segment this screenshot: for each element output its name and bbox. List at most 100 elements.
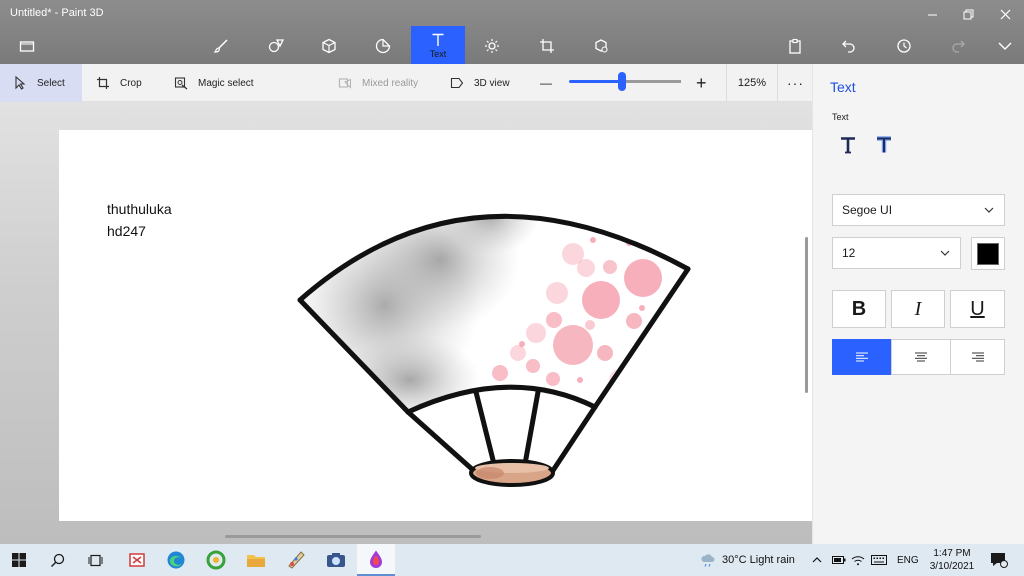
2d-shapes-button[interactable] [258, 28, 294, 64]
3d-view-button[interactable]: 3D view [450, 64, 510, 102]
text-tool-button[interactable]: Text [411, 26, 465, 64]
stickers-button[interactable] [365, 28, 401, 64]
align-left-button[interactable] [832, 339, 892, 375]
brushes-button[interactable] [203, 28, 239, 64]
effects-button[interactable] [474, 28, 510, 64]
panel-title: Text [830, 79, 856, 95]
canvas-button[interactable] [529, 28, 565, 64]
taskbar-app-snipping[interactable] [118, 544, 156, 576]
font-size-dropdown[interactable]: 12 [832, 237, 961, 269]
magic-select-button[interactable]: Magic select [174, 64, 254, 102]
zoom-in-button[interactable]: + [696, 64, 707, 102]
taskbar-app-camera[interactable] [317, 544, 355, 576]
2d-text-button[interactable] [835, 132, 861, 158]
sun-effects-icon [485, 39, 499, 53]
bold-button[interactable]: B [832, 290, 886, 328]
sticker-icon [375, 38, 391, 54]
magic-select-label: Magic select [198, 77, 254, 89]
restore-button[interactable] [950, 0, 986, 28]
notification-center-button[interactable]: 1 [990, 544, 1008, 576]
undo-icon [842, 40, 855, 53]
bold-label: B [851, 297, 867, 320]
keyboard-button[interactable] [871, 544, 887, 576]
zoom-out-button[interactable]: — [540, 64, 552, 102]
network-button[interactable] [851, 544, 865, 576]
brush-icon [213, 39, 228, 53]
paint3d-icon [370, 550, 382, 568]
taskbar-app-green[interactable] [197, 544, 235, 576]
chevron-down-icon [984, 207, 994, 213]
redo-button[interactable] [940, 28, 976, 64]
taskbar-app-paint3d[interactable] [357, 544, 395, 576]
search-icon [50, 553, 64, 567]
taskbar-app-file-explorer[interactable] [237, 544, 275, 576]
mixed-reality-button[interactable]: Mixed reality [338, 64, 418, 102]
horizontal-scrollbar[interactable] [225, 535, 481, 538]
3d-text-icon [877, 136, 891, 153]
vertical-scrollbar[interactable] [805, 237, 808, 393]
text-tool-label: Text [429, 48, 447, 59]
menu-button[interactable] [9, 28, 45, 64]
3d-text-button[interactable] [871, 132, 897, 158]
start-button[interactable] [0, 544, 38, 576]
mixed-reality-label: Mixed reality [362, 77, 419, 89]
zoom-slider-thumb[interactable] [617, 72, 626, 91]
3d-library-button[interactable] [583, 28, 619, 64]
italic-label: I [914, 297, 922, 320]
chevron-up-icon [812, 557, 822, 563]
zoom-percentage[interactable]: 125% [726, 64, 778, 102]
zoom-in-label: + [696, 72, 707, 93]
crop-button[interactable]: Crop [96, 64, 142, 102]
snipping-tool-icon [129, 553, 145, 567]
select-button[interactable]: Select [0, 64, 82, 102]
undo-button[interactable] [831, 28, 867, 64]
crop-label: Crop [120, 77, 142, 89]
paste-button[interactable] [777, 28, 813, 64]
wifi-icon [851, 556, 865, 566]
task-view-icon [88, 554, 102, 566]
history-button[interactable] [886, 28, 922, 64]
show-hidden-icons-button[interactable] [812, 544, 822, 576]
align-right-button[interactable] [950, 339, 1005, 375]
minimize-icon [927, 14, 937, 15]
mixed-reality-icon [338, 78, 351, 89]
align-center-button[interactable] [891, 339, 951, 375]
3d-shapes-button[interactable] [311, 28, 347, 64]
clock-date: 3/10/2021 [929, 561, 975, 572]
text-color-swatch [977, 242, 999, 265]
fan-drawing[interactable] [290, 170, 700, 495]
underline-button[interactable]: U [950, 290, 1005, 328]
minimize-button[interactable] [914, 0, 950, 28]
magic-select-icon [174, 77, 188, 90]
text-icon [432, 33, 444, 46]
close-button[interactable] [987, 0, 1023, 28]
battery-button[interactable] [832, 544, 846, 576]
expand-toolbar-button[interactable] [987, 28, 1023, 64]
folder-icon [19, 41, 35, 52]
window-title: Untitled* - Paint 3D [10, 7, 104, 19]
canvas-text-box[interactable]: thuthuluka hd247 [107, 198, 172, 242]
chevron-down-icon [940, 250, 950, 256]
text-color-picker[interactable] [971, 237, 1005, 270]
title-bar: Untitled* - Paint 3D [0, 0, 1024, 28]
italic-button[interactable]: I [891, 290, 945, 328]
weather-widget[interactable]: 30°C Light rain [700, 544, 795, 576]
task-view-button[interactable] [76, 544, 114, 576]
notification-icon [991, 553, 1008, 568]
align-left-icon [856, 352, 868, 362]
2d-shapes-icon [268, 39, 284, 53]
more-options-button[interactable]: ··· [787, 64, 804, 102]
weather-text: 30°C Light rain [722, 554, 795, 566]
canvas-text-line: hd247 [107, 223, 146, 239]
system-clock[interactable]: 1:47 PM 3/10/2021 [922, 547, 982, 573]
taskbar-app-paint[interactable] [277, 544, 315, 576]
underline-label: U [970, 297, 985, 320]
restore-icon [963, 9, 973, 19]
language-text: ENG [897, 554, 919, 566]
search-button[interactable] [38, 544, 76, 576]
notification-count: 1 [1000, 555, 1004, 562]
font-family-dropdown[interactable]: Segoe UI [832, 194, 1005, 226]
taskbar-app-edge[interactable] [157, 544, 195, 576]
chevron-down-icon [998, 42, 1012, 50]
language-indicator[interactable]: ENG [897, 544, 919, 576]
